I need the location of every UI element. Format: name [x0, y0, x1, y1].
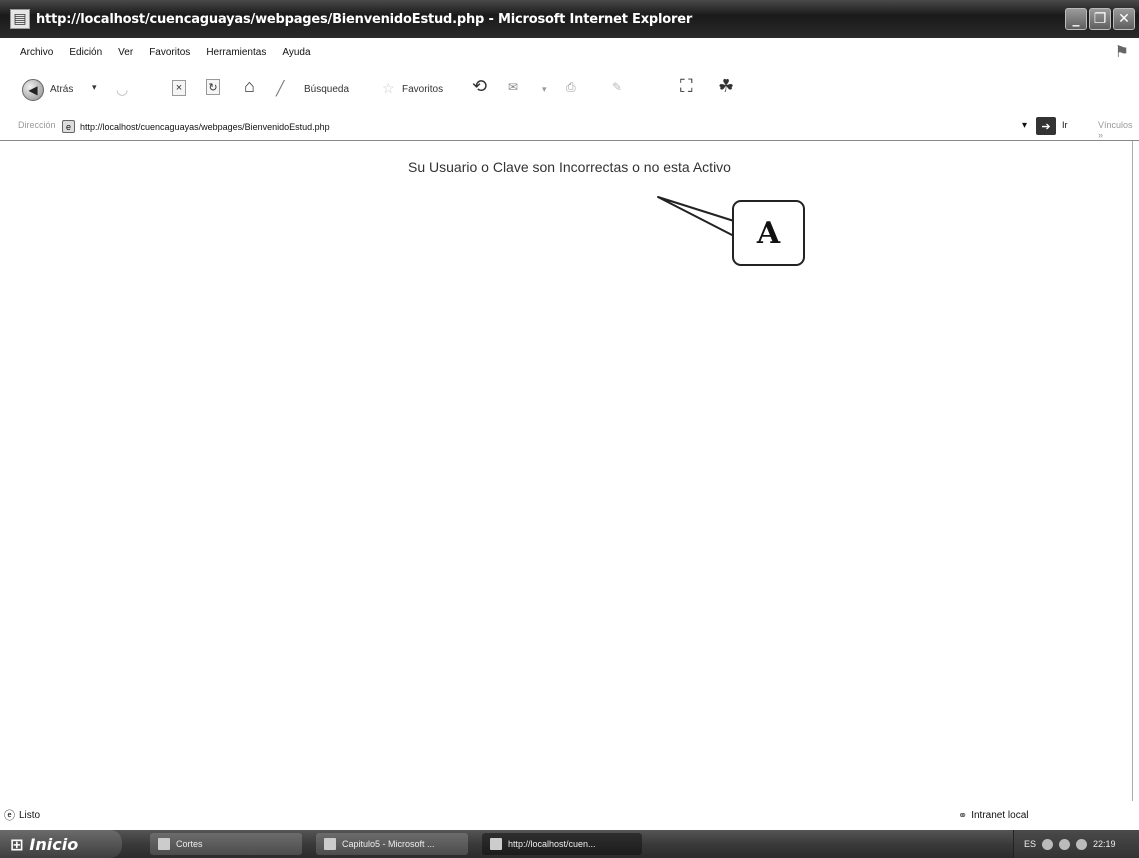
address-url[interactable]: http://localhost/cuencaguayas/webpages/B… [80, 122, 330, 132]
task-word[interactable]: Capitulo5 - Microsoft ... [316, 833, 468, 855]
content-scroll-edge [1132, 141, 1133, 801]
windows-flag-icon: ⚑ [1114, 44, 1129, 61]
windows-logo-icon: ⊞ [10, 834, 24, 854]
favorites-button-label[interactable]: Favoritos [402, 84, 443, 95]
stop-icon[interactable]: × [172, 80, 186, 96]
window-title: http://localhost/cuencaguayas/webpages/B… [36, 11, 693, 27]
menu-bar: Archivo Edición Ver Favoritos Herramient… [0, 38, 1139, 66]
callout-pointer [657, 196, 735, 237]
close-button[interactable]: ✕ [1113, 8, 1135, 30]
zone-label: Intranet local [971, 810, 1029, 821]
forward-icon[interactable]: ◡ [116, 81, 128, 98]
callout-label: A [732, 200, 805, 266]
status-text: Listo [19, 809, 41, 821]
task-cortes[interactable]: Cortes [150, 833, 302, 855]
ie-page-icon: ▤ [10, 9, 30, 29]
task-label: Cortes [176, 839, 203, 849]
menu-ver[interactable]: Ver [118, 47, 133, 58]
back-button-label[interactable]: Atrás [50, 84, 73, 95]
security-zone: ⚭ Intranet local [958, 809, 1028, 822]
menu-archivo[interactable]: Archivo [20, 47, 53, 58]
print-icon[interactable]: ⎙ [566, 80, 576, 95]
mail-dropdown-icon[interactable]: ▾ [542, 84, 547, 95]
task-label: http://localhost/cuen... [508, 839, 596, 849]
address-dropdown-icon[interactable]: ▾ [1022, 120, 1027, 131]
folder-icon [158, 838, 170, 850]
menu-herramientas[interactable]: Herramientas [206, 47, 266, 58]
home-icon[interactable]: ⌂ [244, 76, 255, 97]
address-label: Dirección [18, 120, 56, 130]
start-label: Inicio [29, 834, 79, 854]
task-browser[interactable]: http://localhost/cuen... [482, 833, 642, 855]
intranet-icon: ⚭ [958, 810, 968, 822]
task-label: Capitulo5 - Microsoft ... [342, 839, 435, 849]
page-status-icon: ⓔ [4, 810, 15, 822]
go-button-label[interactable]: Ir [1062, 120, 1068, 130]
address-bar: Dirección e http://localhost/cuencaguaya… [0, 114, 1139, 140]
refresh-icon[interactable]: ↻ [206, 79, 220, 95]
messenger-icon[interactable]: ☘ [718, 76, 734, 97]
status-bar: ⓔ Listo ⚭ Intranet local [0, 800, 1139, 830]
window-controls: _ ❐ ✕ [1065, 8, 1135, 30]
favorites-star-icon[interactable]: ☆ [382, 80, 395, 97]
go-arrow-icon[interactable]: ➔ [1036, 117, 1056, 135]
standard-toolbar: ◀ Atrás ▾ ◡ × ↻ ⌂ ╱ Búsqueda ☆ Favoritos… [0, 66, 1139, 114]
history-icon[interactable]: ⟲ [472, 76, 487, 97]
mail-icon[interactable]: ✉ [508, 80, 518, 94]
start-button[interactable]: ⊞ Inicio [0, 830, 122, 858]
address-field[interactable]: e http://localhost/cuencaguayas/webpages… [62, 117, 1014, 136]
page-content: Su Usuario o Clave son Incorrectas o no … [0, 140, 1139, 801]
discuss-icon[interactable]: ⛶ [680, 76, 693, 97]
edit-icon[interactable]: ✎ [612, 80, 622, 94]
back-dropdown-icon[interactable]: ▾ [92, 82, 97, 93]
menu-edicion[interactable]: Edición [69, 47, 102, 58]
clock: 22:19 [1093, 839, 1116, 849]
title-bar: ▤ http://localhost/cuencaguayas/webpages… [0, 0, 1139, 38]
search-button-label[interactable]: Búsqueda [304, 84, 349, 95]
word-icon [324, 838, 336, 850]
page-icon: e [62, 120, 75, 133]
back-arrow-icon[interactable]: ◀ [22, 79, 44, 101]
restore-button[interactable]: ❐ [1089, 8, 1111, 30]
tray-volume-icon[interactable] [1076, 838, 1088, 850]
login-error-message: Su Usuario o Clave son Incorrectas o no … [408, 159, 731, 175]
language-indicator[interactable]: ES [1024, 839, 1036, 849]
minimize-button[interactable]: _ [1065, 8, 1087, 30]
tray-network-icon[interactable] [1059, 838, 1071, 850]
system-tray: ES 22:19 [1013, 830, 1139, 858]
ie-icon [490, 838, 502, 850]
search-icon[interactable]: ╱ [276, 80, 284, 97]
menu-ayuda[interactable]: Ayuda [282, 47, 310, 58]
menu-favoritos[interactable]: Favoritos [149, 47, 190, 58]
links-label[interactable]: Vínculos » [1098, 120, 1139, 140]
taskbar: ⊞ Inicio Cortes Capitulo5 - Microsoft ..… [0, 830, 1139, 858]
tray-app-icon[interactable] [1042, 838, 1054, 850]
